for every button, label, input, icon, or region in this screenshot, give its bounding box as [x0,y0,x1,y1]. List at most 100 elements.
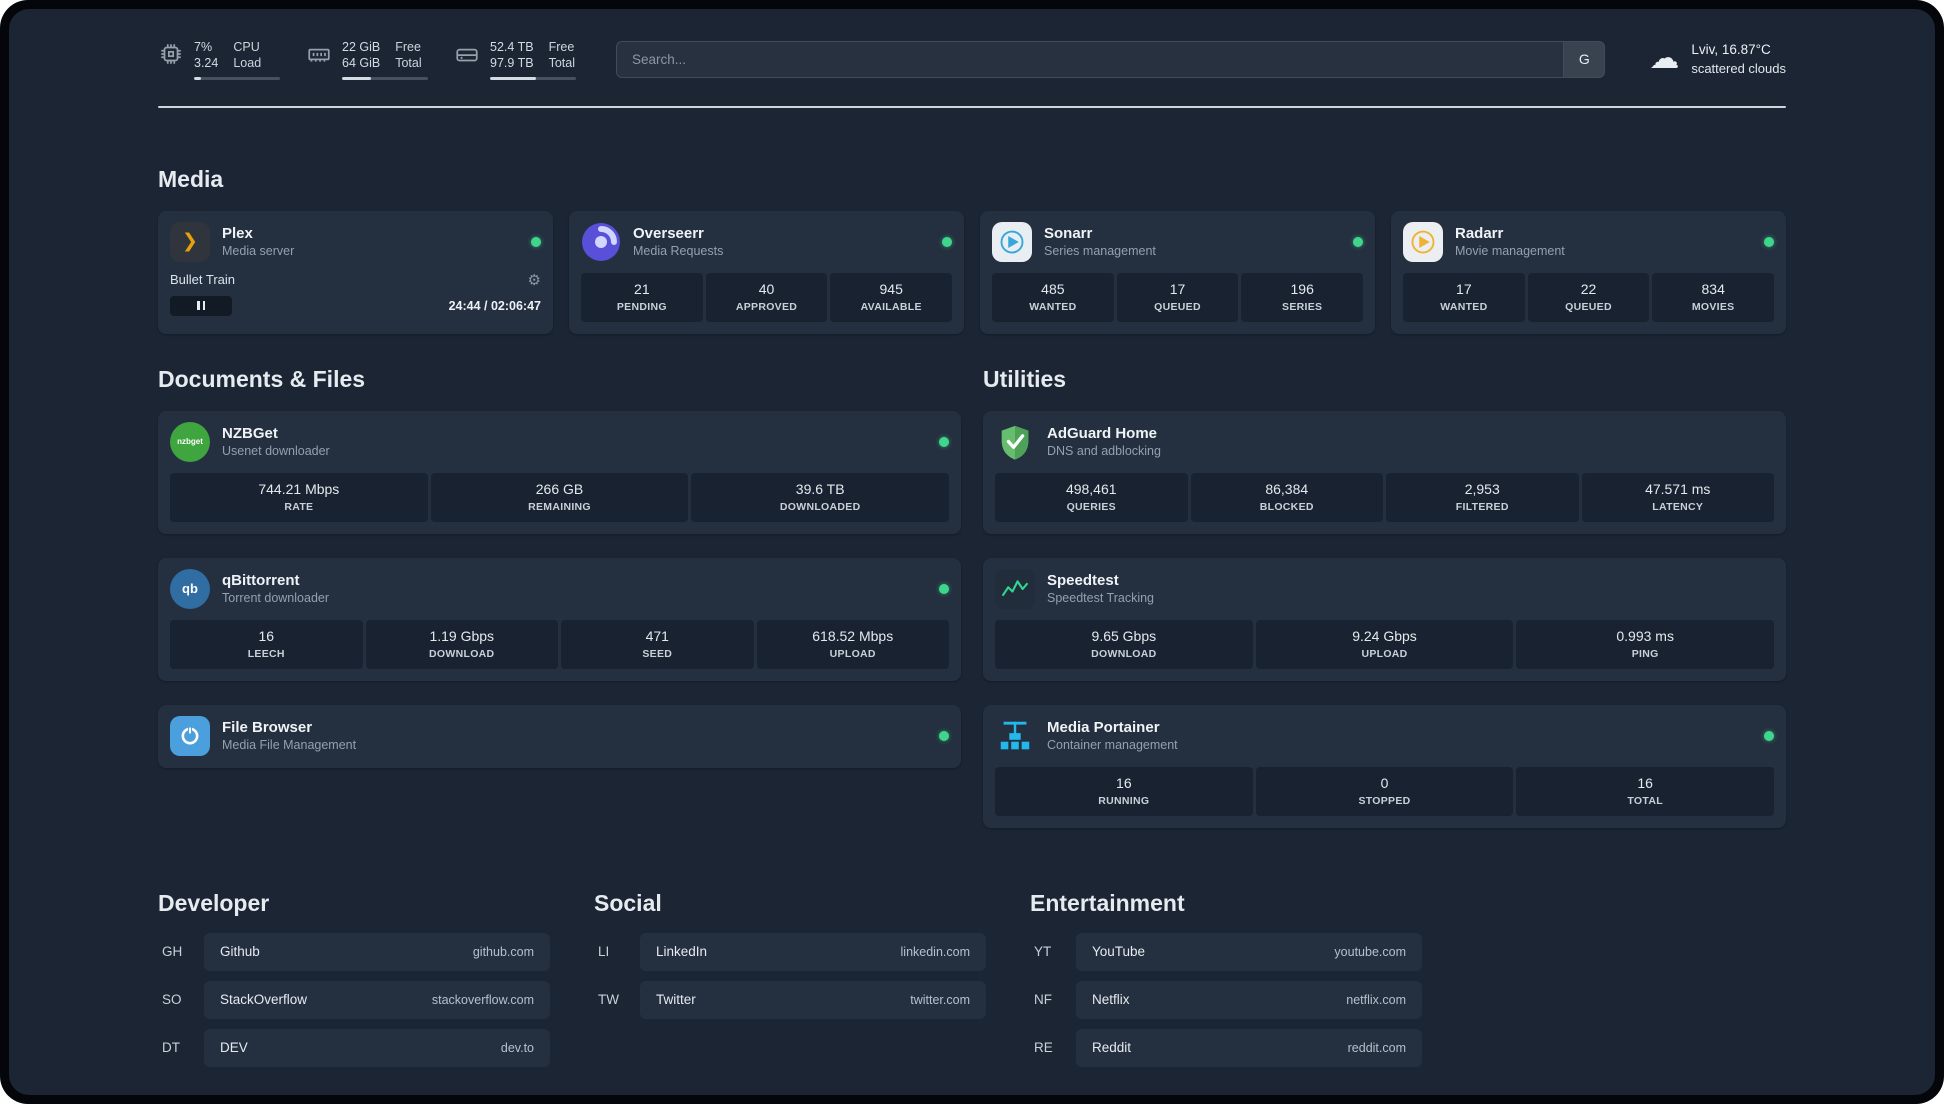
qbittorrent-icon: qb [170,568,210,609]
cpu-load-value: 3.24 [194,56,219,71]
app-card-portainer[interactable]: Media Portainer Container management 16 R… [983,704,1786,828]
adguard-icon [995,422,1035,462]
search-input[interactable] [616,40,1564,78]
stat-box: 485 WANTED [992,272,1114,322]
cloud-icon: ☁ [1649,42,1680,76]
bookmark-abbr: NF [1034,992,1052,1007]
overseerr-icon [581,222,621,262]
disk-total-label: Total [548,56,575,71]
weather-condition: scattered clouds [1691,60,1786,76]
app-description: Container management [1047,738,1178,752]
stat-box: 86,384 BLOCKED [1190,472,1383,522]
ram-total-value: 64 GiB [342,56,381,71]
app-card-nzbget[interactable]: nzbget NZBGet Usenet downloader 744.21 M… [158,410,961,534]
bookmark-abbr: RE [1034,1040,1053,1055]
app-card-qbittorrent[interactable]: qb qBittorrent Torrent downloader 16 LEEC… [158,557,961,681]
app-name: File Browser [222,719,313,736]
cpu-progress-bar [194,76,280,80]
portainer-icon [995,716,1035,756]
bookmark-linkedin[interactable]: LI LinkedIn linkedin.com [594,932,986,971]
stat-box: 22 QUEUED [1527,272,1650,322]
documents-column: Documents & Files nzbget NZBGet Usenet d… [158,366,961,768]
stat-box: 498,461 QUERIES [995,472,1188,522]
app-card-radarr[interactable]: Radarr Movie management 17 WANTED 22 QUEUE… [1391,210,1786,334]
now-playing-title: Bullet Train [170,272,236,287]
bookmark-reddit[interactable]: RE Reddit reddit.com [1030,1028,1422,1067]
app-description: Speedtest Tracking [1047,591,1155,605]
section-title-developer: Developer [158,889,270,916]
media-player-widget: Bullet Train ⚙ 24:44 / 02:06:47 [170,271,541,316]
plex-icon: ❯ [170,221,210,262]
status-dot [939,436,949,447]
app-card-sonarr[interactable]: Sonarr Series management 485 WANTED 17 QUE… [980,210,1375,334]
section-title-social: Social [594,889,662,916]
app-name: Sonarr [1044,225,1093,242]
stat-box: 39.6 TB DOWNLOADED [691,472,950,522]
bookmark-abbr: SO [162,992,182,1007]
bookmark-abbr: GH [162,944,183,959]
bookmark-group-entertainment: Entertainment YT YouTube youtube.com NF N… [1030,890,1422,1067]
pause-button[interactable] [170,295,232,316]
app-name: Speedtest [1047,572,1119,589]
status-dot [1353,236,1363,247]
cpu-usage-value: 7% [194,40,213,54]
bookmark-stackoverflow[interactable]: SO StackOverflow stackoverflow.com [158,980,550,1019]
stat-box: 17 WANTED [1403,272,1525,322]
bookmark-abbr: DT [162,1040,180,1055]
weather-location: Lviv, 16.87°C [1691,42,1771,58]
stat-box: 47.571 ms LATENCY [1581,472,1774,522]
app-card-filebrowser[interactable]: File Browser Media File Management [158,704,961,768]
ram-free-value: 22 GiB [342,40,381,54]
stat-box: 0.993 ms PING [1516,619,1775,669]
ram-widget: 22 GiB 64 GiB Free Total [306,39,428,80]
ram-icon [306,41,332,67]
bookmark-youtube[interactable]: YT YouTube youtube.com [1030,932,1422,971]
app-description: Movie management [1455,244,1565,258]
bookmarks-section: Developer GH Github github.com SO StackOv… [158,890,1786,1096]
weather-widget: ☁ Lviv, 16.87°C scattered clouds [1649,41,1786,77]
app-card-overseerr[interactable]: Overseerr Media Requests 21 PENDING 40 APP… [569,210,964,334]
app-card-plex[interactable]: ❯ Plex Media server Bullet Train ⚙ 24:44… [158,210,553,334]
bookmark-group-social: Social LI LinkedIn linkedin.com TW Twitte… [594,890,986,1067]
app-description: Usenet downloader [222,444,330,458]
bookmark-abbr: YT [1034,944,1052,959]
stat-box: 9.65 Gbps DOWNLOAD [995,619,1253,669]
app-name: qBittorrent [222,572,300,589]
cpu-icon [158,41,184,67]
bookmark-github[interactable]: GH Github github.com [158,932,550,971]
status-dot [1764,236,1774,247]
window-frame: 7% 3.24 CPU Load 22 GiB 64 GiB Free Tota… [0,0,1944,1104]
section-title-documents: Documents & Files [158,365,366,392]
playback-time: 24:44 / 02:06:47 [448,298,541,313]
bookmark-group-developer: Developer GH Github github.com SO StackOv… [158,890,550,1067]
bookmark-dev[interactable]: DT DEV dev.to [158,1028,550,1067]
stat-box: 1.19 Gbps DOWNLOAD [365,619,558,669]
disk-free-label: Free [548,40,575,54]
header-divider [158,105,1786,108]
utilities-column: Utilities AdGuard Home DNS and adblockin… [983,366,1786,828]
media-card-row: ❯ Plex Media server Bullet Train ⚙ 24:44… [158,210,1786,334]
gear-icon[interactable]: ⚙ [528,271,541,289]
nzbget-icon: nzbget [170,421,210,462]
section-title-entertainment: Entertainment [1030,889,1185,916]
dashboard-page: 7% 3.24 CPU Load 22 GiB 64 GiB Free Tota… [9,9,1935,1095]
search-provider-button[interactable]: G [1563,40,1606,78]
speedtest-icon [995,568,1035,609]
ram-free-label: Free [395,40,421,54]
cpu-widget: 7% 3.24 CPU Load [158,39,280,80]
stat-box: 196 SERIES [1241,272,1364,322]
disk-total-value: 97.9 TB [490,56,534,71]
cpu-label: CPU [233,40,260,54]
app-name: AdGuard Home [1047,425,1158,442]
app-card-speedtest[interactable]: Speedtest Speedtest Tracking 9.65 Gbps DO… [983,557,1786,681]
bookmark-abbr: LI [598,944,610,959]
cpu-load-label: Load [233,56,262,71]
app-name: NZBGet [222,425,278,442]
app-card-adguard[interactable]: AdGuard Home DNS and adblocking 498,461 Q… [983,410,1786,534]
status-dot [939,730,949,741]
status-dot [939,583,949,594]
status-dot [942,236,952,247]
bookmark-netflix[interactable]: NF Netflix netflix.com [1030,980,1422,1019]
bookmark-twitter[interactable]: TW Twitter twitter.com [594,980,986,1019]
ram-progress-bar [342,76,428,80]
